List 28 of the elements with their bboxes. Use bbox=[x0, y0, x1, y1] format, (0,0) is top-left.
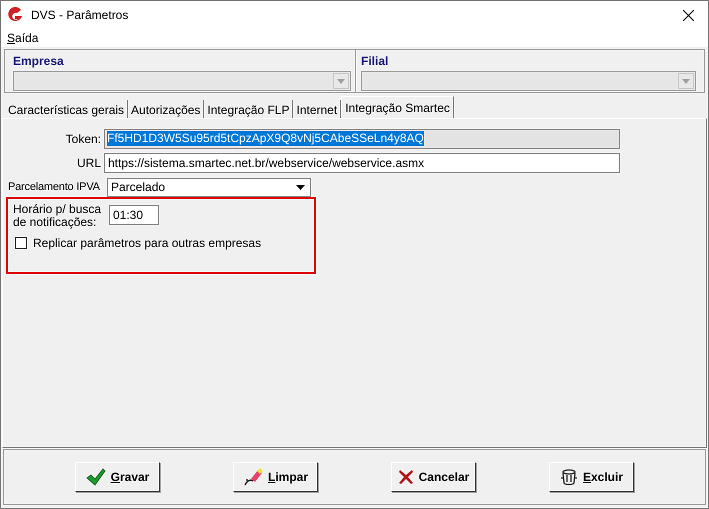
horario-label: Horário p/ busca de notificações: bbox=[13, 203, 102, 229]
trash-icon bbox=[560, 468, 578, 486]
filial-label: Filial bbox=[361, 53, 390, 70]
dropdown-arrow-icon[interactable] bbox=[296, 184, 305, 190]
horario-field[interactable]: 01:30 bbox=[109, 205, 159, 225]
ipva-label: Parcelamento IPVA bbox=[7, 180, 101, 195]
app-logo-icon bbox=[7, 7, 23, 23]
window-title: DVS - Parâmetros bbox=[31, 7, 128, 24]
checkmark-icon bbox=[86, 468, 106, 486]
action-button[interactable]: Cancelar bbox=[391, 462, 476, 492]
token-field[interactable]: Ff5HD1D3W5Su95rd5tCpzApX9Q8vNj5CAbeSSeLn4y8AQ bbox=[104, 128, 620, 148]
token-label: Token: bbox=[64, 130, 102, 148]
x-icon bbox=[398, 469, 414, 485]
empresa-dropdown[interactable] bbox=[13, 71, 351, 91]
empresa-label: Empresa bbox=[13, 53, 65, 70]
tab[interactable]: Integração Smartec bbox=[341, 96, 454, 118]
action-button[interactable]: Limpar bbox=[233, 462, 318, 492]
filial-dropdown[interactable] bbox=[361, 71, 696, 91]
ipva-dropdown[interactable]: Parcelado bbox=[107, 178, 311, 196]
eraser-icon bbox=[242, 467, 263, 487]
replicar-label: Replicar parâmetros para outras empresas bbox=[33, 235, 262, 252]
checkbox[interactable] bbox=[15, 237, 27, 249]
close-icon[interactable] bbox=[683, 10, 694, 20]
action-button[interactable]: Gravar bbox=[75, 462, 160, 492]
action-button[interactable]: Excluir bbox=[549, 462, 634, 492]
url-field[interactable]: https://sistema.smartec.net.br/webservice/webservice.asmx bbox=[104, 152, 620, 172]
menu-item[interactable]: Saída bbox=[7, 29, 38, 47]
url-label: URL bbox=[76, 154, 102, 172]
